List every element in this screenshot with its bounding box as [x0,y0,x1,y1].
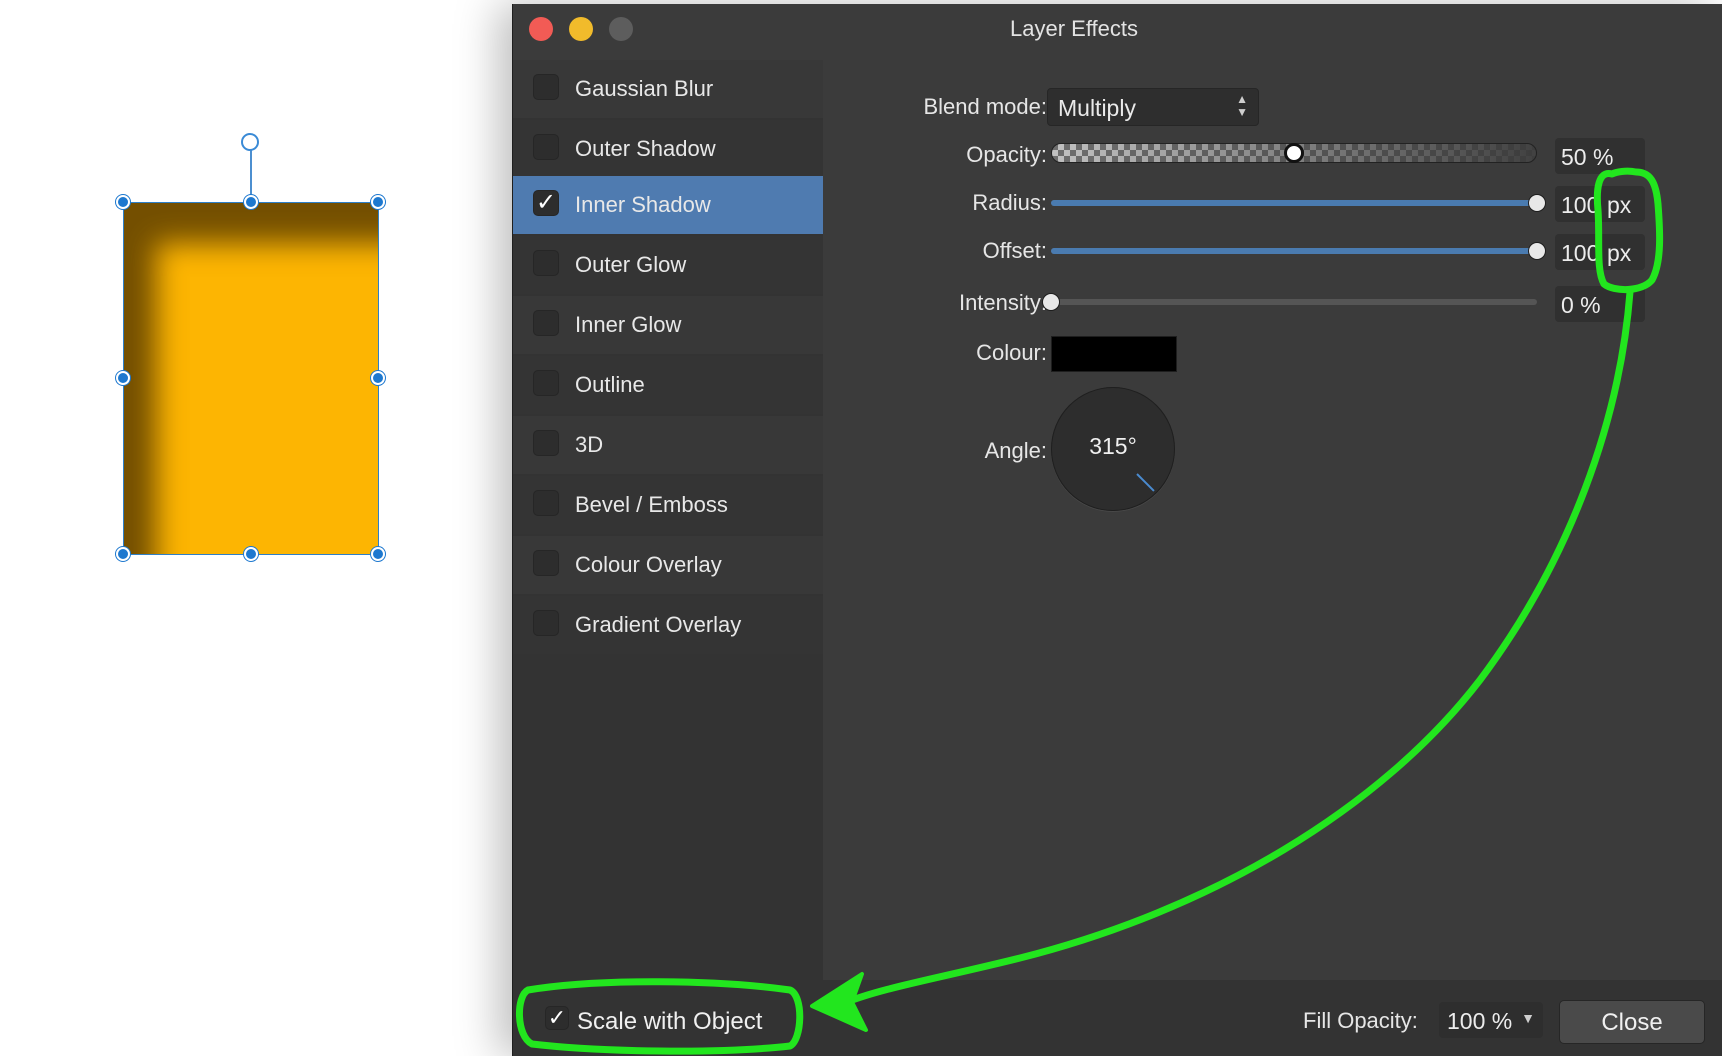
opacity-slider-knob[interactable] [1284,143,1304,163]
dropdown-arrow-icon: ▼ [1521,1010,1535,1026]
resize-handle-top[interactable] [244,195,258,209]
angle-value: 315° [1089,433,1137,459]
effect-label: 3D [575,432,604,457]
blend-mode-select[interactable]: Multiply ▲ ▼ [1047,88,1259,126]
resize-handle-right[interactable] [371,371,385,385]
radius-label: Radius: [972,190,1047,215]
effects-list: Gaussian Blur Outer Shadow ✓ Inner Shado… [513,60,823,980]
effect-item-bevel-emboss[interactable]: Bevel / Emboss [513,476,823,534]
rotation-handle[interactable] [241,133,259,151]
effect-item-inner-shadow[interactable]: ✓ Inner Shadow [513,176,823,234]
offset-unit: px [1607,240,1632,266]
effect-item-gradient-overlay[interactable]: Gradient Overlay [513,596,823,654]
radius-slider-fill [1051,200,1537,206]
dialog-titlebar[interactable]: Layer Effects [513,4,1722,48]
effect-label: Outer Shadow [575,136,716,161]
effect-label: Outline [575,372,645,397]
up-down-arrows-icon: ▲ ▼ [1236,92,1248,119]
radius-value: 100 [1561,192,1600,218]
resize-handle-bottom-right[interactable] [371,547,385,561]
effect-checkbox[interactable] [533,550,559,576]
radius-slider-knob[interactable] [1529,195,1545,211]
fill-opacity-select[interactable]: 100 % ▼ [1439,1002,1543,1038]
checkmark-icon: ✓ [547,1005,567,1030]
effect-item-outer-glow[interactable]: Outer Glow [513,236,823,294]
intensity-slider-knob[interactable] [1043,294,1059,310]
fill-opacity-label: Fill Opacity: [1303,1008,1418,1033]
selected-rectangle-shape[interactable] [123,202,379,555]
effect-label: Bevel / Emboss [575,492,728,517]
dialog-title: Layer Effects [1010,16,1138,41]
opacity-value-field[interactable]: 50 % [1555,138,1645,174]
radius-value-field[interactable]: 100 px [1555,186,1645,222]
effect-label: Outer Glow [575,252,687,277]
effect-label: Inner Shadow [575,192,711,217]
intensity-slider[interactable] [1043,294,1537,310]
colour-label: Colour: [976,340,1047,365]
angle-needle-indicator [1136,473,1155,492]
effect-checkbox[interactable] [533,490,559,516]
checkmark-icon: ✓ [535,189,557,216]
close-button[interactable]: Close [1559,1000,1705,1044]
effect-checkbox[interactable] [533,610,559,636]
effect-label: Colour Overlay [575,552,722,577]
offset-slider-fill [1051,248,1537,254]
resize-handle-top-right[interactable] [371,195,385,209]
effect-item-colour-overlay[interactable]: Colour Overlay [513,536,823,594]
effect-checkbox[interactable]: ✓ [533,190,559,216]
effect-item-outline[interactable]: Outline [513,356,823,414]
resize-handle-left[interactable] [116,371,130,385]
radius-slider[interactable] [1051,195,1545,211]
effect-checkbox[interactable] [533,74,559,100]
offset-value-field[interactable]: 100 px [1555,234,1645,270]
angle-label: Angle: [984,438,1047,463]
effect-checkbox[interactable] [533,134,559,160]
blend-mode-value: Multiply [1058,95,1136,121]
intensity-value-field[interactable]: 0 % [1555,286,1645,322]
effect-item-inner-glow[interactable]: Inner Glow [513,296,823,354]
effect-checkbox[interactable] [533,310,559,336]
offset-label: Offset: [982,238,1047,263]
document-canvas[interactable] [0,0,510,1056]
offset-slider-knob[interactable] [1529,243,1545,259]
intensity-label: Intensity: [958,290,1047,315]
offset-value: 100 [1561,240,1600,266]
effect-label: Gradient Overlay [575,612,742,637]
angle-dial[interactable]: 315° [1051,387,1175,511]
effect-checkbox[interactable] [533,370,559,396]
offset-slider[interactable] [1051,243,1545,259]
scale-with-object-label[interactable]: Scale with Object [577,1008,762,1036]
opacity-label: Opacity: [966,142,1047,167]
resize-handle-top-left[interactable] [116,195,130,209]
colour-swatch[interactable] [1051,336,1177,372]
dialog-bottom-bar: ✓ Scale with Object Fill Opacity: 100 % … [513,980,1722,1056]
effect-item-3d[interactable]: 3D [513,416,823,474]
resize-handle-bottom[interactable] [244,547,258,561]
fill-opacity-value: 100 % [1447,1008,1513,1034]
layer-effects-dialog: Layer Effects Gaussian Blur Outer Shadow… [512,4,1722,1056]
effect-item-gaussian-blur[interactable]: Gaussian Blur [513,60,823,118]
effect-item-outer-shadow[interactable]: Outer Shadow [513,120,823,178]
scale-with-object-checkbox[interactable]: ✓ [545,1006,569,1030]
effect-label: Gaussian Blur [575,76,714,101]
blend-mode-label: Blend mode: [923,94,1047,119]
effect-checkbox[interactable] [533,430,559,456]
opacity-value: 50 % [1561,144,1614,170]
resize-handle-bottom-left[interactable] [116,547,130,561]
effect-checkbox[interactable] [533,250,559,276]
radius-unit: px [1607,192,1632,218]
intensity-value: 0 % [1561,292,1601,318]
effect-label: Inner Glow [575,312,682,337]
opacity-slider[interactable] [1051,143,1537,163]
